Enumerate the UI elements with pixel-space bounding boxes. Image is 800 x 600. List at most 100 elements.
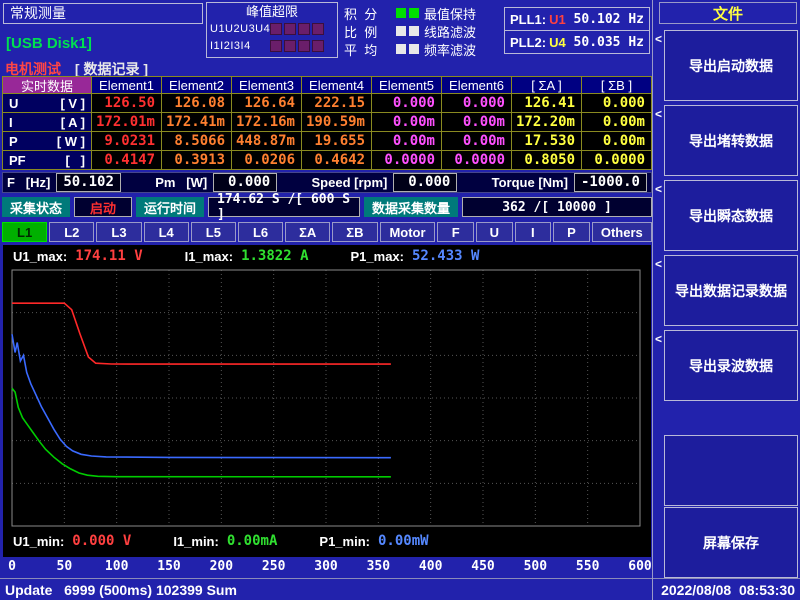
- u1-max-label: U1_max:: [13, 249, 67, 264]
- trend-chart: U1_max: 174.11 V I1_max: 1.3822 A P1_max…: [3, 245, 651, 557]
- x-axis-ticks: 050100150200250300350400450500550600: [3, 559, 651, 575]
- row-label-i: I[ A ]: [3, 113, 92, 132]
- function-flags-panel: 积 分 最值保持 比 例 线路滤波 平 均 频率滤波: [344, 4, 512, 58]
- acquisition-status-row: 采集状态 启动 运行时间 174.62 S /[ 600 S ] 数据采集数量 …: [2, 197, 652, 217]
- peak-indicator-u4: [312, 23, 324, 35]
- measurement-value-cell: 0.00m: [582, 113, 652, 132]
- peak-indicator-i3: [298, 40, 310, 52]
- tab-i[interactable]: I: [515, 222, 552, 242]
- x-axis-tick-label: 450: [471, 559, 494, 574]
- i1-max-label: I1_max:: [185, 249, 233, 264]
- i1-max-value: 1.3822 A: [241, 248, 308, 264]
- usb-disk-label: [USB Disk1]: [6, 35, 92, 52]
- column-header-5: Element5: [372, 77, 442, 94]
- max-hold-indicator: [409, 8, 419, 18]
- measurement-value-cell: 0.00m: [442, 132, 512, 151]
- pll1-label: PLL1:: [510, 12, 546, 27]
- peak-indicator-u2: [284, 23, 296, 35]
- chevron-left-icon: <: [655, 257, 662, 271]
- x-axis-tick-label: 500: [524, 559, 547, 574]
- tab-p[interactable]: P: [553, 222, 590, 242]
- screen-save-button[interactable]: 屏幕保存: [664, 507, 798, 578]
- tab-l1[interactable]: L1: [2, 222, 47, 242]
- tab-l5[interactable]: L5: [191, 222, 236, 242]
- average-indicator: [396, 44, 406, 54]
- measurement-value-cell: 172.01m: [92, 113, 162, 132]
- column-header-4: Element4: [302, 77, 372, 94]
- measurement-value-cell: 0.000: [372, 94, 442, 113]
- data-record-label: [ 数据记录 ]: [75, 61, 148, 77]
- measurement-value-cell: 172.20m: [512, 113, 582, 132]
- export-waveform-data-button[interactable]: 导出录波数据: [664, 330, 798, 401]
- blank-softkey-button[interactable]: [664, 435, 798, 506]
- quantity-unit: [ V ]: [60, 96, 85, 111]
- measurement-value-cell: 448.87m: [232, 132, 302, 151]
- row-label-pf: PF[ ]: [3, 151, 92, 170]
- export-startup-data-button[interactable]: 导出启动数据: [664, 30, 798, 101]
- frequency-item: F [Hz] 50.102: [7, 173, 121, 192]
- speed-label: Speed [rpm]: [312, 175, 388, 190]
- quantity-symbol: PF: [9, 153, 26, 168]
- pm-label: Pm [W]: [155, 175, 207, 190]
- column-header-6: Element6: [442, 77, 512, 94]
- tab-motor[interactable]: Motor: [380, 222, 436, 242]
- i1-min-label: I1_min:: [173, 534, 219, 549]
- tab-others[interactable]: Others: [592, 222, 652, 242]
- u1-min-stat: U1_min: 0.000 V: [13, 533, 131, 549]
- x-axis-tick-label: 300: [314, 559, 337, 574]
- measurement-value-cell: 126.50: [92, 94, 162, 113]
- measurement-value-cell: 126.08: [162, 94, 232, 113]
- quantity-symbol: U: [9, 96, 18, 111]
- integration-indicator: [396, 8, 406, 18]
- p1-min-stat: P1_min: 0.00mW: [319, 533, 428, 549]
- measurement-value-cell: 9.0231: [92, 132, 162, 151]
- measurement-value-cell: 172.16m: [232, 113, 302, 132]
- measurement-value-cell: 126.41: [512, 94, 582, 113]
- peak-indicator-i4: [312, 40, 324, 52]
- i1-min-stat: I1_min: 0.00mA: [173, 533, 277, 549]
- column-header-3: Element3: [232, 77, 302, 94]
- power-analyzer-screen: 常规测量 [USB Disk1] 峰值超限 U1U2U3U4 I1I2I3I4 …: [0, 0, 800, 600]
- x-axis-tick-label: 250: [262, 559, 285, 574]
- pll-panel: PLL1: U1 50.102 Hz PLL2: U4 50.035 Hz: [504, 7, 650, 54]
- tab-sigma-b[interactable]: ΣB: [332, 222, 377, 242]
- speed-value: 0.000: [393, 173, 457, 192]
- x-axis-tick-label: 350: [367, 559, 390, 574]
- pll1-frequency: 50.102 Hz: [574, 12, 644, 27]
- measurement-value-cell: 19.655: [302, 132, 372, 151]
- u1-min-value: 0.000 V: [72, 533, 131, 549]
- tab-sigma-a[interactable]: ΣA: [285, 222, 330, 242]
- peak-over-limit-title: 峰值超限: [210, 4, 334, 20]
- quantity-unit: [ W ]: [57, 134, 85, 149]
- tab-l3[interactable]: L3: [96, 222, 141, 242]
- measurement-value-cell: 0.00m: [372, 113, 442, 132]
- tab-l6[interactable]: L6: [238, 222, 283, 242]
- realtime-measurement-table: 实时数据Element1Element2Element3Element4Elem…: [2, 76, 652, 170]
- torque-value: -1000.0: [574, 173, 647, 192]
- export-stall-data-button[interactable]: 导出堵转数据: [664, 105, 798, 176]
- measurement-value-cell: 190.59m: [302, 113, 372, 132]
- quantity-symbol: P: [9, 134, 18, 149]
- frequency-label: F [Hz]: [7, 175, 50, 190]
- runtime-value: 174.62 S /[ 600 S ]: [208, 197, 360, 217]
- x-axis-tick-label: 550: [576, 559, 599, 574]
- x-axis-tick-label: 100: [105, 559, 128, 574]
- max-hold-label: 最值保持: [424, 4, 476, 23]
- column-header-7: [ ΣA ]: [512, 77, 582, 94]
- export-transient-data-button[interactable]: 导出瞬态数据: [664, 180, 798, 251]
- tab-l4[interactable]: L4: [144, 222, 189, 242]
- line-filter-indicator: [409, 26, 419, 36]
- x-axis-tick-label: 400: [419, 559, 442, 574]
- measurement-value-cell: 0.0206: [232, 151, 302, 170]
- update-counter: Update 6999 (500ms) 102399 Sum: [5, 582, 237, 598]
- tab-u[interactable]: U: [476, 222, 513, 242]
- export-data-record-button[interactable]: 导出数据记录数据: [664, 255, 798, 326]
- torque-label: Torque [Nm]: [492, 175, 568, 190]
- peak-indicator-u3: [298, 23, 310, 35]
- chevron-left-icon: <: [655, 32, 662, 46]
- tab-f[interactable]: F: [437, 222, 474, 242]
- runtime-label: 运行时间: [136, 197, 204, 217]
- peak-indicator-u1: [270, 23, 282, 35]
- tab-l2[interactable]: L2: [49, 222, 94, 242]
- p1-min-value: 0.00mW: [378, 533, 429, 549]
